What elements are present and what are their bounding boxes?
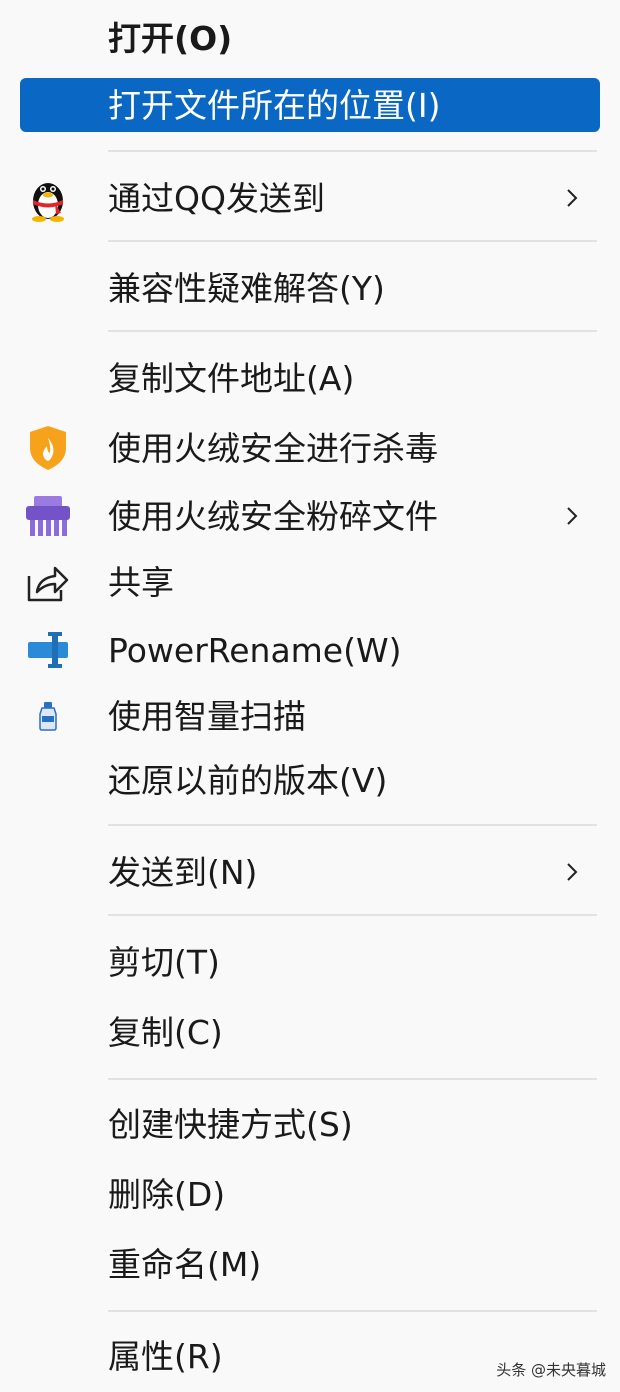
menu-item-rename[interactable]: 重命名(M) — [20, 1238, 600, 1290]
menu-item-huorong-scan[interactable]: 使用火绒安全进行杀毒 — [20, 422, 600, 474]
menu-item-label: 使用火绒安全粉碎文件 — [108, 496, 438, 536]
qq-penguin-icon — [24, 174, 72, 222]
menu-item-share[interactable]: 共享 — [20, 556, 600, 608]
menu-item-label: 剪切(T) — [108, 942, 220, 982]
menu-separator — [108, 1310, 597, 1312]
menu-item-label: 打开文件所在的位置(I) — [108, 85, 441, 125]
huorong-shield-icon — [24, 424, 72, 472]
menu-item-zhiliang-scan[interactable]: 使用智量扫描 — [20, 690, 600, 742]
chevron-right-icon — [562, 862, 582, 882]
menu-item-label: 使用火绒安全进行杀毒 — [108, 428, 438, 468]
menu-separator — [108, 824, 597, 826]
menu-separator — [108, 1078, 597, 1080]
chevron-right-icon — [562, 506, 582, 526]
menu-item-label: 复制文件地址(A) — [108, 358, 355, 398]
menu-item-label: 还原以前的版本(V) — [108, 760, 388, 800]
menu-item-send-to[interactable]: 发送到(N) — [20, 846, 600, 898]
menu-item-label: 打开(O) — [108, 18, 233, 58]
menu-item-delete[interactable]: 删除(D) — [20, 1168, 600, 1220]
menu-item-cut[interactable]: 剪切(T) — [20, 936, 600, 988]
menu-item-label: 删除(D) — [108, 1174, 226, 1214]
menu-item-restore-previous-versions[interactable]: 还原以前的版本(V) — [20, 754, 600, 806]
share-icon — [24, 558, 72, 606]
watermark-text: 头条 @未央暮城 — [496, 1361, 606, 1379]
menu-item-label: PowerRename(W) — [108, 630, 402, 670]
menu-item-label: 重命名(M) — [108, 1244, 262, 1284]
menu-item-open-file-location[interactable]: 打开文件所在的位置(I) — [20, 78, 600, 132]
menu-item-copy[interactable]: 复制(C) — [20, 1006, 600, 1058]
menu-item-compatibility-troubleshoot[interactable]: 兼容性疑难解答(Y) — [20, 262, 600, 314]
menu-item-label: 兼容性疑难解答(Y) — [108, 268, 385, 308]
menu-item-open[interactable]: 打开(O) — [20, 14, 600, 62]
menu-item-send-via-qq[interactable]: 通过QQ发送到 — [20, 172, 600, 224]
menu-item-label: 创建快捷方式(S) — [108, 1104, 353, 1144]
context-menu: 打开(O) 打开文件所在的位置(I) 通过QQ发送到 兼容性疑难解答(Y) 复制… — [0, 0, 620, 1392]
menu-separator — [108, 330, 597, 332]
menu-item-create-shortcut[interactable]: 创建快捷方式(S) — [20, 1098, 600, 1150]
powerrename-icon — [24, 626, 72, 674]
menu-item-powerrename[interactable]: PowerRename(W) — [20, 624, 600, 676]
menu-item-label: 通过QQ发送到 — [108, 178, 325, 218]
menu-separator — [108, 150, 597, 152]
menu-item-label: 复制(C) — [108, 1012, 223, 1052]
menu-item-label: 发送到(N) — [108, 852, 258, 892]
menu-separator — [108, 914, 597, 916]
menu-item-label: 属性(R) — [108, 1336, 223, 1376]
menu-item-label: 使用智量扫描 — [108, 696, 306, 736]
shredder-icon — [24, 492, 72, 540]
menu-item-copy-file-path[interactable]: 复制文件地址(A) — [20, 352, 600, 404]
menu-item-huorong-shred[interactable]: 使用火绒安全粉碎文件 — [20, 490, 600, 542]
menu-separator — [108, 240, 597, 242]
chevron-right-icon — [562, 188, 582, 208]
menu-item-label: 共享 — [108, 562, 174, 602]
zhiliang-bottle-icon — [24, 692, 72, 740]
